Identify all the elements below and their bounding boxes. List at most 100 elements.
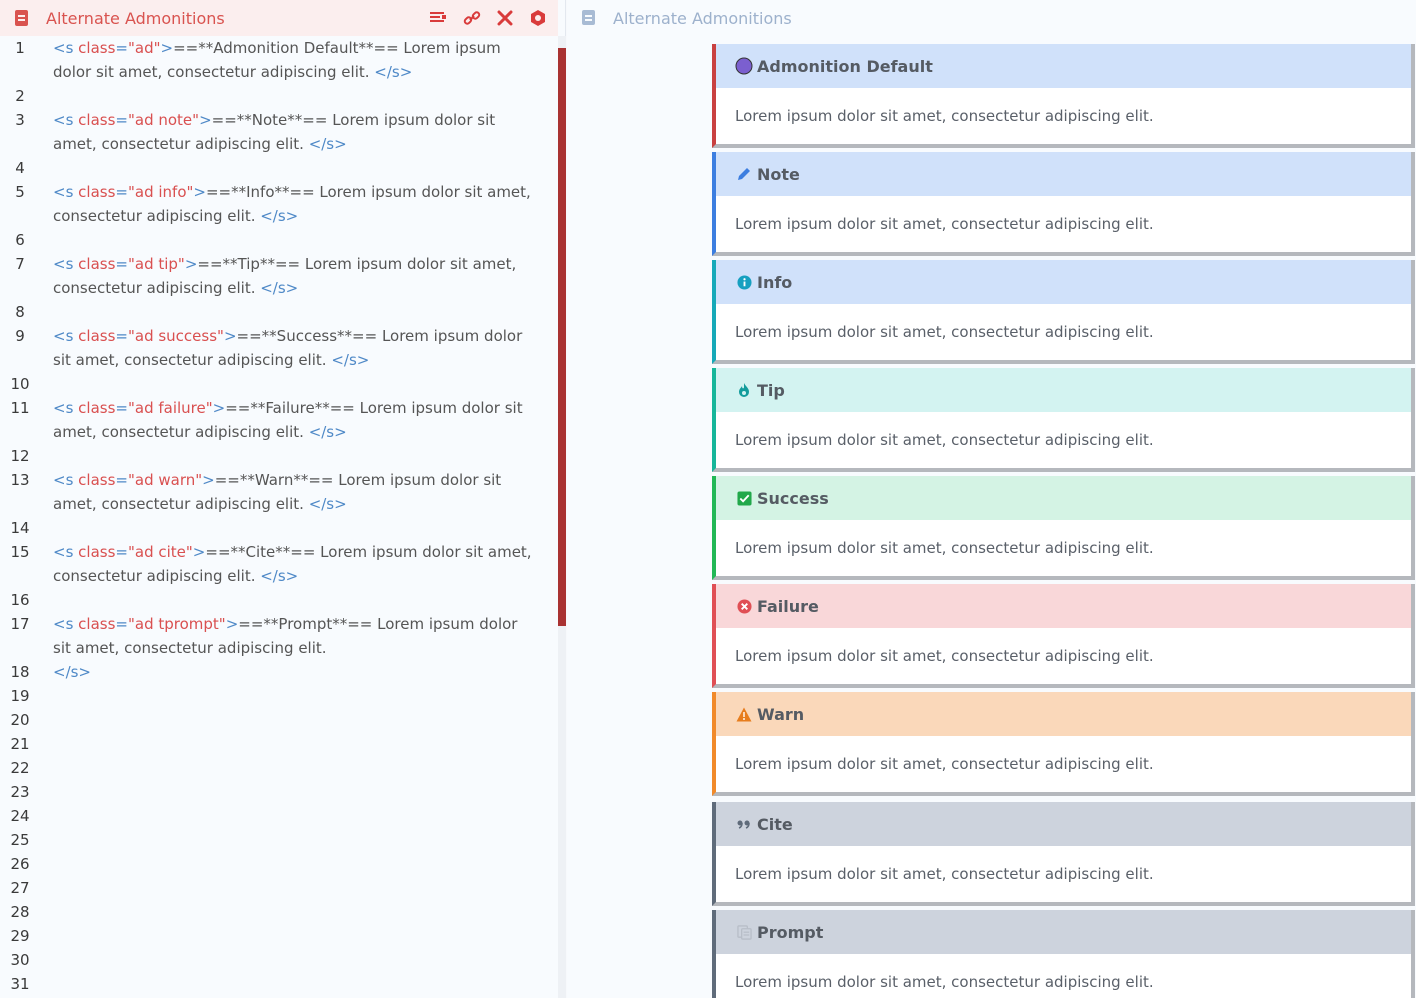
code-line[interactable]: 10: [0, 372, 556, 396]
code-line[interactable]: 24: [0, 804, 556, 828]
code-line[interactable]: 3 <s class="ad note">==**Note**== Lorem i…: [0, 108, 556, 156]
line-source[interactable]: [38, 228, 538, 252]
line-source[interactable]: [38, 948, 538, 972]
line-source[interactable]: [38, 732, 538, 756]
line-source[interactable]: <s class="ad cite">==**Cite**== Lorem ip…: [38, 540, 538, 588]
line-source[interactable]: <s class="ad note">==**Note**== Lorem ip…: [38, 108, 538, 156]
code-line[interactable]: 8: [0, 300, 556, 324]
code-line[interactable]: 25: [0, 828, 556, 852]
hexagon-icon[interactable]: [527, 7, 549, 29]
admonition-header: Failure: [716, 584, 1411, 628]
token-attr: "ad tprompt": [127, 615, 226, 633]
token-attr: "ad info": [127, 183, 194, 201]
line-number: 9: [15, 327, 25, 345]
code-line[interactable]: 19: [0, 684, 556, 708]
line-source[interactable]: [38, 876, 538, 900]
code-line[interactable]: 2: [0, 84, 556, 108]
info-icon: [735, 273, 753, 291]
code-line[interactable]: 1 <s class="ad">==**Admonition Default**=…: [0, 36, 556, 84]
code-line[interactable]: 14: [0, 516, 556, 540]
line-source[interactable]: [38, 972, 538, 996]
line-number: 7: [15, 255, 25, 273]
code-line[interactable]: 9 <s class="ad success">==**Success**== L…: [0, 324, 556, 372]
line-source[interactable]: <s class="ad success">==**Success**== Lo…: [38, 324, 538, 372]
line-source[interactable]: [38, 708, 538, 732]
token-tag: >: [184, 255, 198, 273]
token-tag: <s: [53, 255, 79, 273]
editor-scrollbar[interactable]: [558, 48, 566, 626]
code-line[interactable]: 31: [0, 972, 556, 996]
code-line[interactable]: 12: [0, 444, 556, 468]
token-tag: =: [115, 183, 128, 201]
code-line[interactable]: 17 <s class="ad tprompt">==**Prompt**== L…: [0, 612, 556, 660]
line-number: 21: [10, 735, 30, 753]
code-line[interactable]: 28: [0, 900, 556, 924]
admonition-default: Admonition Default Lorem ipsum dolor sit …: [712, 44, 1415, 148]
line-source[interactable]: [38, 900, 538, 924]
line-source[interactable]: [38, 756, 538, 780]
token-tag: <s: [53, 111, 79, 129]
code-line[interactable]: 15 <s class="ad cite">==**Cite**== Lorem …: [0, 540, 556, 588]
code-line[interactable]: 26: [0, 852, 556, 876]
code-line[interactable]: 29: [0, 924, 556, 948]
line-number: 27: [10, 879, 30, 897]
line-source[interactable]: [38, 516, 538, 540]
token-tag: =: [115, 255, 128, 273]
line-source[interactable]: [38, 780, 538, 804]
code-line[interactable]: 30: [0, 948, 556, 972]
line-source[interactable]: [38, 156, 538, 180]
line-number: 2: [15, 87, 25, 105]
code-area[interactable]: 1 <s class="ad">==**Admonition Default**=…: [0, 36, 556, 996]
line-source[interactable]: </s>: [38, 660, 538, 684]
line-source[interactable]: [38, 924, 538, 948]
code-line[interactable]: 11 <s class="ad failure">==**Failure**== …: [0, 396, 556, 444]
token-tag: >: [193, 183, 206, 201]
line-source[interactable]: [38, 828, 538, 852]
line-number: 5: [15, 183, 25, 201]
token-tag: <s: [53, 615, 79, 633]
line-source[interactable]: <s class="ad failure">==**Failure**== Lo…: [38, 396, 538, 444]
line-source[interactable]: <s class="ad">==**Admonition Default**==…: [38, 36, 538, 84]
code-line[interactable]: 16: [0, 588, 556, 612]
token-tag: </s>: [260, 567, 299, 585]
code-line[interactable]: 4: [0, 156, 556, 180]
line-source[interactable]: [38, 444, 538, 468]
line-source[interactable]: [38, 852, 538, 876]
toc-icon[interactable]: [427, 7, 449, 29]
code-line[interactable]: 20: [0, 708, 556, 732]
token-tag: <s: [53, 39, 79, 57]
code-line[interactable]: 21: [0, 732, 556, 756]
code-line[interactable]: 23: [0, 780, 556, 804]
warning-icon: [735, 705, 753, 723]
token-attr: class: [78, 183, 116, 201]
line-source[interactable]: [38, 804, 538, 828]
token-attr: class: [78, 39, 116, 57]
admonition-title: Note: [757, 164, 800, 184]
token-attr: class: [78, 543, 116, 561]
admonition-title: Warn: [757, 704, 805, 724]
code-line[interactable]: 22: [0, 756, 556, 780]
code-line[interactable]: 18 </s>: [0, 660, 556, 684]
code-line[interactable]: 27: [0, 876, 556, 900]
line-source[interactable]: <s class="ad tip">==**Tip**== Lorem ipsu…: [38, 252, 538, 300]
token-tag: =: [115, 543, 128, 561]
token-attr: "ad failure": [127, 399, 213, 417]
close-icon[interactable]: [494, 7, 516, 29]
token-tag: <s: [53, 183, 79, 201]
code-line[interactable]: 6: [0, 228, 556, 252]
line-source[interactable]: <s class="ad info">==**Info**== Lorem ip…: [38, 180, 538, 228]
line-source[interactable]: [38, 588, 538, 612]
admonition-title: Tip: [757, 380, 785, 400]
line-source[interactable]: [38, 684, 538, 708]
line-source[interactable]: [38, 300, 538, 324]
line-source[interactable]: [38, 84, 538, 108]
code-line[interactable]: 5 <s class="ad info">==**Info**== Lorem i…: [0, 180, 556, 228]
code-line[interactable]: 7 <s class="ad tip">==**Tip**== Lorem ips…: [0, 252, 556, 300]
line-source[interactable]: <s class="ad warn">==**Warn**== Lorem ip…: [38, 468, 538, 516]
admonition-title: Admonition Default: [757, 56, 933, 76]
code-line[interactable]: 13 <s class="ad warn">==**Warn**== Lorem …: [0, 468, 556, 516]
line-number: 26: [10, 855, 30, 873]
line-source[interactable]: [38, 372, 538, 396]
line-source[interactable]: <s class="ad tprompt">==**Prompt**== Lor…: [38, 612, 538, 660]
link-icon[interactable]: [461, 7, 483, 29]
